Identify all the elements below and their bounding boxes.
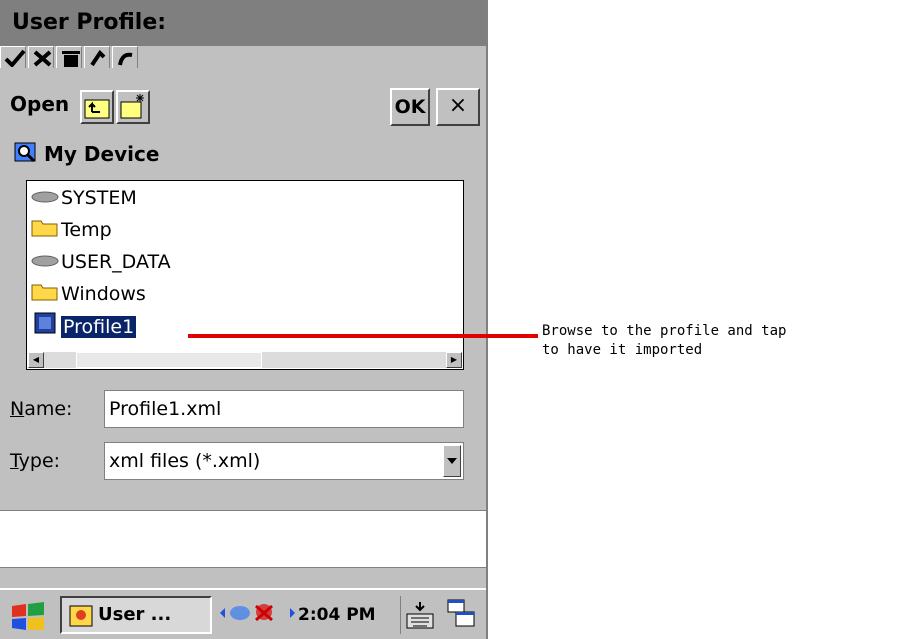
name-label: Name: xyxy=(10,398,73,420)
list-item-label: SYSTEM xyxy=(61,187,137,209)
horizontal-scrollbar[interactable]: ◀ ▶ xyxy=(28,352,462,368)
list-item[interactable]: SYSTEM xyxy=(31,183,137,213)
callout-line-1: Browse to the profile and tap xyxy=(542,323,787,339)
undo-icon[interactable] xyxy=(84,46,110,68)
keyboard-button[interactable] xyxy=(400,596,439,634)
new-folder-icon xyxy=(120,94,144,119)
checkmark-icon[interactable] xyxy=(0,46,26,68)
list-item[interactable]: Windows xyxy=(31,279,146,309)
input-panel-area xyxy=(0,510,486,568)
up-folder-icon xyxy=(84,99,110,119)
task-button-user-profile[interactable]: User ... xyxy=(60,596,212,634)
callout-text: Browse to the profile and tap to have it… xyxy=(542,322,904,360)
list-item-selected[interactable]: Profile1 xyxy=(31,311,137,344)
drive-icon xyxy=(31,248,61,278)
window-switcher-button[interactable] xyxy=(444,596,482,634)
callout-line-2: to have it imported xyxy=(542,342,703,358)
windows-flag-icon xyxy=(12,602,44,630)
close-button[interactable]: × xyxy=(436,88,480,126)
list-item[interactable]: Temp xyxy=(31,215,112,245)
windows-switch-icon xyxy=(447,599,475,627)
new-folder-button[interactable] xyxy=(116,90,150,124)
dialog-title: Open xyxy=(10,92,70,116)
taskbar: User ... 2:04 PM xyxy=(0,588,486,639)
trash-icon[interactable] xyxy=(56,46,82,68)
name-field[interactable]: Profile1.xml xyxy=(104,390,464,428)
start-button[interactable] xyxy=(8,600,52,634)
list-item-label: Windows xyxy=(61,283,146,305)
chevron-down-icon[interactable] xyxy=(443,445,461,477)
toolbar xyxy=(0,46,486,68)
search-device-icon xyxy=(14,142,38,169)
scroll-left-icon[interactable]: ◀ xyxy=(28,352,44,368)
xml-file-icon xyxy=(31,311,61,344)
file-list: SYSTEM Temp USER_DATA Windows Profile1 ◀… xyxy=(26,180,464,370)
task-button-label: User ... xyxy=(98,604,172,625)
network-icon[interactable] xyxy=(230,606,250,620)
device-screen: User Profile: Open OK × My Device SYSTEM… xyxy=(0,0,488,639)
open-dialog: Open OK × My Device SYSTEM Temp USER_DAT… xyxy=(6,88,482,510)
list-item-label: Profile1 xyxy=(61,316,137,338)
drive-icon xyxy=(31,184,61,214)
ok-button[interactable]: OK xyxy=(390,88,430,126)
clock[interactable]: 2:04 PM xyxy=(298,598,376,632)
redo-icon[interactable] xyxy=(112,46,138,68)
x-icon[interactable] xyxy=(28,46,54,68)
up-folder-button[interactable] xyxy=(80,90,114,124)
location-label: My Device xyxy=(14,142,159,169)
type-select-value: xml files (*.xml) xyxy=(109,450,261,472)
folder-icon xyxy=(31,216,61,246)
scroll-thumb[interactable] xyxy=(76,352,262,368)
folder-icon xyxy=(31,280,61,310)
app-icon xyxy=(68,604,94,639)
system-tray xyxy=(218,598,296,632)
window-title: User Profile: xyxy=(0,0,486,46)
list-item[interactable]: USER_DATA xyxy=(31,247,171,277)
type-label: Type: xyxy=(10,450,61,472)
tray-left-arrow-icon[interactable] xyxy=(220,608,225,618)
list-item-label: Temp xyxy=(61,219,112,241)
location-name: My Device xyxy=(44,142,160,166)
list-item-label: USER_DATA xyxy=(61,251,171,273)
keyboard-icon xyxy=(406,602,434,629)
scroll-right-icon[interactable]: ▶ xyxy=(446,352,462,368)
tray-right-arrow-icon[interactable] xyxy=(290,608,295,618)
callout-line xyxy=(188,334,538,338)
type-select[interactable]: xml files (*.xml) xyxy=(104,442,464,480)
